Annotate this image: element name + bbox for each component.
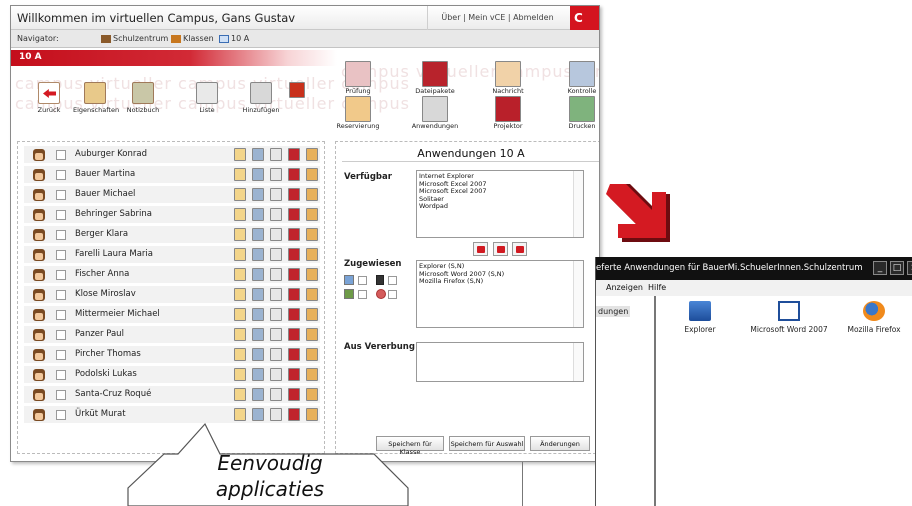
callout-text: Eenvoudig applicaties: [215, 451, 325, 501]
callout-bubble: [127, 422, 409, 506]
